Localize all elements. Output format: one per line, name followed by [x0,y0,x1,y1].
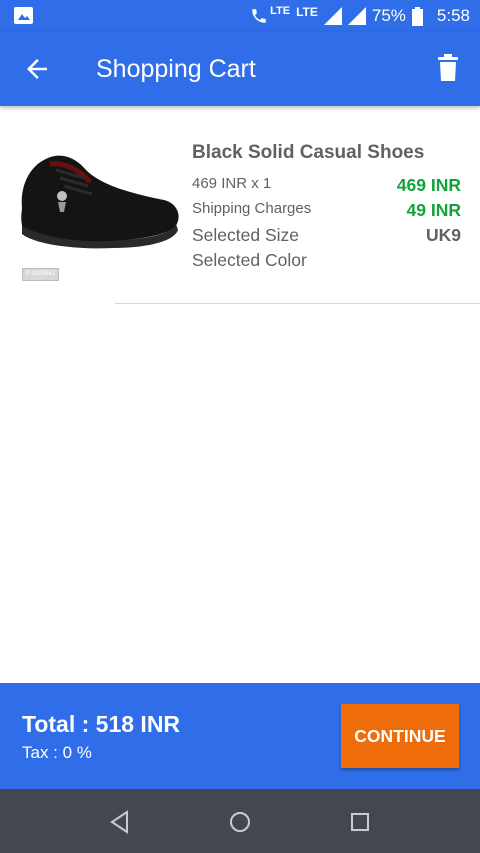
lte-label: LTE [296,5,318,19]
signal-icon [347,7,366,25]
continue-button[interactable]: CONTINUE [341,704,459,768]
size-value: UK9 [425,225,461,245]
battery-percent: 75% [371,6,406,25]
shipping-label: Shipping Charges [192,200,312,217]
home-nav-icon[interactable] [225,807,255,837]
page-title: Shopping Cart [96,55,256,83]
product-code: P-1899661 [22,268,59,281]
item-name: Black Solid Casual Shoes [192,142,425,163]
recents-nav-icon[interactable] [345,807,375,837]
volte-call-icon [252,9,266,23]
signal-icon [323,7,342,25]
system-nav-bar [0,789,480,853]
color-label: Selected Color [192,250,307,270]
tax-text: Tax : 0 % [22,743,92,762]
volte-label: LTE [270,5,291,17]
trash-icon[interactable] [436,54,460,82]
battery-icon [411,6,423,26]
status-bar: LTE LTE 75% 5:58 [0,0,480,32]
size-label: Selected Size [192,225,300,245]
total-amount: Total : 518 INR [22,711,181,737]
shipping-value: 49 INR [406,200,461,220]
price-value: 469 INR [396,175,461,195]
clock: 5:58 [436,6,470,25]
checkout-bar: Total : 518 INR Tax : 0 % CONTINUE [0,683,480,789]
price-line: 469 INR x 1 [192,175,272,192]
back-arrow-icon[interactable] [22,54,52,84]
gallery-icon [14,7,33,24]
app-bar: Shopping Cart [0,32,480,106]
back-nav-icon[interactable] [105,807,135,837]
divider [115,303,480,304]
product-image[interactable] [14,148,184,288]
